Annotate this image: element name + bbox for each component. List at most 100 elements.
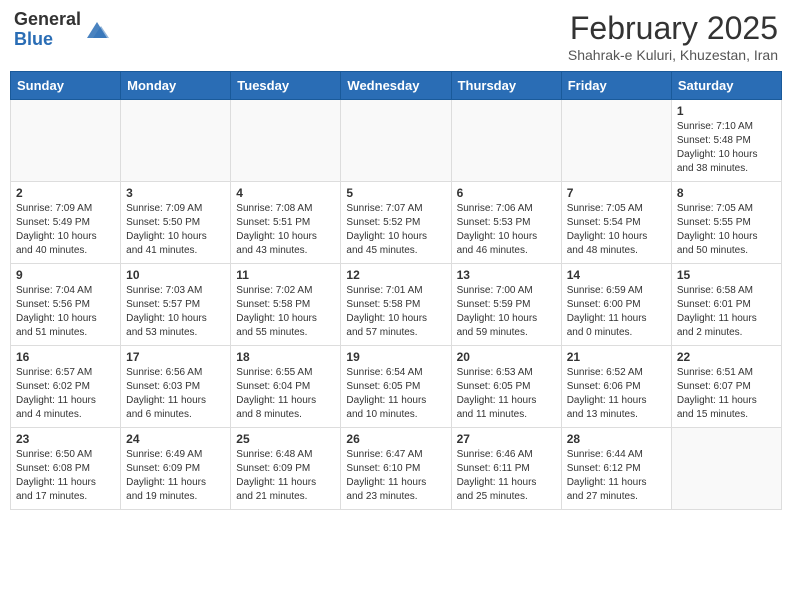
calendar-cell: 2 Sunrise: 7:09 AM Sunset: 5:49 PM Daylig… <box>11 182 121 264</box>
location-subtitle: Shahrak-e Kuluri, Khuzestan, Iran <box>568 47 778 63</box>
page-header: General Blue February 2025 Shahrak-e Kul… <box>10 10 782 63</box>
day-info: Sunrise: 6:58 AM Sunset: 6:01 PM Dayligh… <box>677 284 776 340</box>
day-info: Sunrise: 7:01 AM Sunset: 5:58 PM Dayligh… <box>346 284 445 340</box>
day-info: Sunrise: 7:03 AM Sunset: 5:57 PM Dayligh… <box>126 284 225 340</box>
day-info: Sunrise: 7:05 AM Sunset: 5:54 PM Dayligh… <box>567 202 666 258</box>
day-number: 11 <box>236 268 335 282</box>
day-number: 12 <box>346 268 445 282</box>
day-number: 8 <box>677 186 776 200</box>
col-header-tuesday: Tuesday <box>231 72 341 100</box>
calendar-cell: 19 Sunrise: 6:54 AM Sunset: 6:05 PM Dayli… <box>341 346 451 428</box>
day-info: Sunrise: 6:55 AM Sunset: 6:04 PM Dayligh… <box>236 366 335 422</box>
logo: General Blue <box>14 10 111 50</box>
col-header-sunday: Sunday <box>11 72 121 100</box>
day-number: 5 <box>346 186 445 200</box>
day-info: Sunrise: 6:56 AM Sunset: 6:03 PM Dayligh… <box>126 366 225 422</box>
calendar-cell: 26Sunrise: 6:47 AM Sunset: 6:10 PM Dayli… <box>341 428 451 510</box>
day-number: 1 <box>677 104 776 118</box>
calendar-cell: 21 Sunrise: 6:52 AM Sunset: 6:06 PM Dayli… <box>561 346 671 428</box>
calendar-cell <box>231 100 341 182</box>
col-header-monday: Monday <box>121 72 231 100</box>
calendar-cell: 16 Sunrise: 6:57 AM Sunset: 6:02 PM Dayli… <box>11 346 121 428</box>
day-info: Sunrise: 6:46 AM Sunset: 6:11 PM Dayligh… <box>457 448 556 504</box>
day-number: 3 <box>126 186 225 200</box>
logo-icon <box>83 16 111 44</box>
day-info: Sunrise: 6:48 AM Sunset: 6:09 PM Dayligh… <box>236 448 335 504</box>
calendar-header-row: SundayMondayTuesdayWednesdayThursdayFrid… <box>11 72 782 100</box>
calendar-cell <box>671 428 781 510</box>
col-header-friday: Friday <box>561 72 671 100</box>
day-info: Sunrise: 7:02 AM Sunset: 5:58 PM Dayligh… <box>236 284 335 340</box>
calendar-cell: 1Sunrise: 7:10 AM Sunset: 5:48 PM Daylig… <box>671 100 781 182</box>
calendar-cell: 9 Sunrise: 7:04 AM Sunset: 5:56 PM Daylig… <box>11 264 121 346</box>
calendar-cell: 3Sunrise: 7:09 AM Sunset: 5:50 PM Daylig… <box>121 182 231 264</box>
day-number: 9 <box>16 268 115 282</box>
week-row-1: 1Sunrise: 7:10 AM Sunset: 5:48 PM Daylig… <box>11 100 782 182</box>
calendar-cell <box>561 100 671 182</box>
week-row-4: 16 Sunrise: 6:57 AM Sunset: 6:02 PM Dayli… <box>11 346 782 428</box>
day-number: 21 <box>567 350 666 364</box>
day-number: 24 <box>126 432 225 446</box>
day-number: 16 <box>16 350 115 364</box>
day-number: 15 <box>677 268 776 282</box>
day-info: Sunrise: 7:05 AM Sunset: 5:55 PM Dayligh… <box>677 202 776 258</box>
day-info: Sunrise: 6:44 AM Sunset: 6:12 PM Dayligh… <box>567 448 666 504</box>
day-info: Sunrise: 7:09 AM Sunset: 5:49 PM Dayligh… <box>16 202 115 258</box>
calendar-cell: 12 Sunrise: 7:01 AM Sunset: 5:58 PM Dayli… <box>341 264 451 346</box>
col-header-thursday: Thursday <box>451 72 561 100</box>
day-number: 13 <box>457 268 556 282</box>
day-number: 10 <box>126 268 225 282</box>
calendar-cell: 4Sunrise: 7:08 AM Sunset: 5:51 PM Daylig… <box>231 182 341 264</box>
day-number: 7 <box>567 186 666 200</box>
day-info: Sunrise: 7:00 AM Sunset: 5:59 PM Dayligh… <box>457 284 556 340</box>
calendar-cell <box>341 100 451 182</box>
calendar-cell: 10 Sunrise: 7:03 AM Sunset: 5:57 PM Dayli… <box>121 264 231 346</box>
calendar-cell: 20Sunrise: 6:53 AM Sunset: 6:05 PM Dayli… <box>451 346 561 428</box>
day-number: 6 <box>457 186 556 200</box>
col-header-saturday: Saturday <box>671 72 781 100</box>
day-number: 20 <box>457 350 556 364</box>
day-info: Sunrise: 6:54 AM Sunset: 6:05 PM Dayligh… <box>346 366 445 422</box>
day-number: 17 <box>126 350 225 364</box>
day-info: Sunrise: 6:57 AM Sunset: 6:02 PM Dayligh… <box>16 366 115 422</box>
calendar-cell: 5 Sunrise: 7:07 AM Sunset: 5:52 PM Daylig… <box>341 182 451 264</box>
day-info: Sunrise: 7:06 AM Sunset: 5:53 PM Dayligh… <box>457 202 556 258</box>
day-info: Sunrise: 7:04 AM Sunset: 5:56 PM Dayligh… <box>16 284 115 340</box>
calendar-cell <box>11 100 121 182</box>
calendar-cell <box>451 100 561 182</box>
calendar-cell: 7 Sunrise: 7:05 AM Sunset: 5:54 PM Daylig… <box>561 182 671 264</box>
day-info: Sunrise: 6:47 AM Sunset: 6:10 PM Dayligh… <box>346 448 445 504</box>
calendar-cell: 27Sunrise: 6:46 AM Sunset: 6:11 PM Dayli… <box>451 428 561 510</box>
calendar-cell: 8 Sunrise: 7:05 AM Sunset: 5:55 PM Daylig… <box>671 182 781 264</box>
col-header-wednesday: Wednesday <box>341 72 451 100</box>
calendar-cell: 23 Sunrise: 6:50 AM Sunset: 6:08 PM Dayli… <box>11 428 121 510</box>
calendar-cell: 13 Sunrise: 7:00 AM Sunset: 5:59 PM Dayli… <box>451 264 561 346</box>
day-info: Sunrise: 7:07 AM Sunset: 5:52 PM Dayligh… <box>346 202 445 258</box>
calendar-cell: 22Sunrise: 6:51 AM Sunset: 6:07 PM Dayli… <box>671 346 781 428</box>
calendar-cell: 17 Sunrise: 6:56 AM Sunset: 6:03 PM Dayli… <box>121 346 231 428</box>
calendar-cell: 24Sunrise: 6:49 AM Sunset: 6:09 PM Dayli… <box>121 428 231 510</box>
day-number: 2 <box>16 186 115 200</box>
month-title: February 2025 <box>568 10 778 47</box>
day-number: 23 <box>16 432 115 446</box>
logo-general: General <box>14 9 81 29</box>
day-info: Sunrise: 6:52 AM Sunset: 6:06 PM Dayligh… <box>567 366 666 422</box>
calendar-cell: 25Sunrise: 6:48 AM Sunset: 6:09 PM Dayli… <box>231 428 341 510</box>
calendar-cell: 18 Sunrise: 6:55 AM Sunset: 6:04 PM Dayli… <box>231 346 341 428</box>
calendar-cell: 15 Sunrise: 6:58 AM Sunset: 6:01 PM Dayli… <box>671 264 781 346</box>
day-number: 19 <box>346 350 445 364</box>
title-block: February 2025 Shahrak-e Kuluri, Khuzesta… <box>568 10 778 63</box>
calendar-cell: 14Sunrise: 6:59 AM Sunset: 6:00 PM Dayli… <box>561 264 671 346</box>
day-number: 18 <box>236 350 335 364</box>
week-row-5: 23 Sunrise: 6:50 AM Sunset: 6:08 PM Dayli… <box>11 428 782 510</box>
calendar-cell: 11 Sunrise: 7:02 AM Sunset: 5:58 PM Dayli… <box>231 264 341 346</box>
day-info: Sunrise: 7:08 AM Sunset: 5:51 PM Dayligh… <box>236 202 335 258</box>
calendar-table: SundayMondayTuesdayWednesdayThursdayFrid… <box>10 71 782 510</box>
calendar-cell: 28 Sunrise: 6:44 AM Sunset: 6:12 PM Dayli… <box>561 428 671 510</box>
day-number: 28 <box>567 432 666 446</box>
day-info: Sunrise: 6:50 AM Sunset: 6:08 PM Dayligh… <box>16 448 115 504</box>
week-row-3: 9 Sunrise: 7:04 AM Sunset: 5:56 PM Daylig… <box>11 264 782 346</box>
calendar-cell <box>121 100 231 182</box>
day-number: 22 <box>677 350 776 364</box>
day-info: Sunrise: 6:59 AM Sunset: 6:00 PM Dayligh… <box>567 284 666 340</box>
